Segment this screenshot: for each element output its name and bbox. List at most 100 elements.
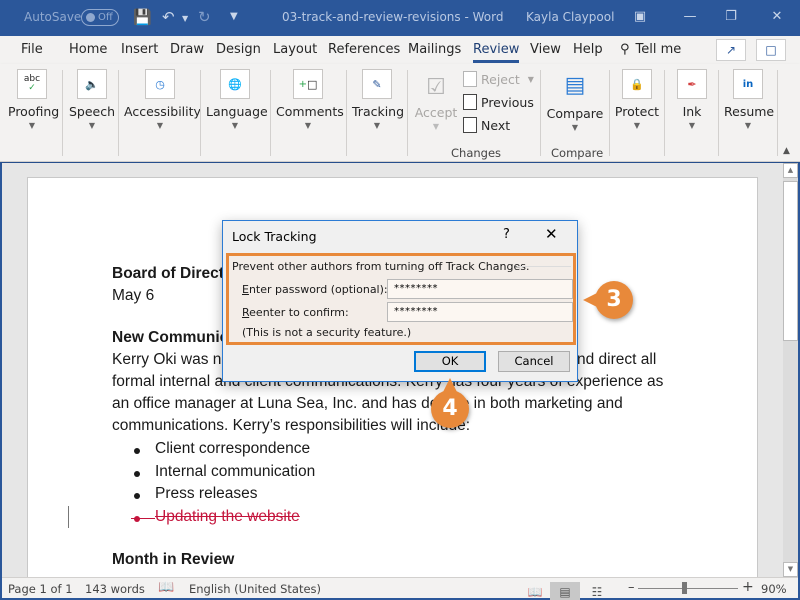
proofing-status-icon[interactable]: 📖 — [158, 580, 174, 595]
confirm-password-input[interactable]: ******** — [387, 302, 573, 322]
collapse-ribbon-icon[interactable]: ▲ — [783, 146, 790, 156]
ribbon: abc ✓ Proofing ▼ 🔈 Speech ▼ ◷ Accessibili… — [0, 64, 800, 162]
dialog-description: Prevent other authors from turning off T… — [232, 260, 530, 273]
tell-me-search[interactable]: ⚲ Tell me — [620, 42, 681, 57]
heading-month-in-review: Month in Review — [112, 551, 235, 568]
resume-button[interactable]: in Resume ▼ — [724, 69, 774, 130]
list-item-deleted: Updating the website — [131, 508, 300, 526]
minimize-icon[interactable]: — — [675, 6, 705, 28]
help-button[interactable]: ? — [503, 227, 510, 242]
search-icon: ⚲ — [620, 42, 630, 57]
comment-icon: □ — [765, 43, 777, 57]
undo-dropdown-icon[interactable]: ▼ — [182, 14, 188, 23]
tracking-button[interactable]: ✎ Tracking ▼ — [352, 69, 404, 130]
ink-button[interactable]: ✒ Ink ▼ — [670, 69, 714, 130]
previous-change-button[interactable]: Previous — [463, 94, 534, 110]
language-status[interactable]: English (United States) — [189, 582, 321, 596]
tab-references[interactable]: References — [328, 42, 400, 57]
protect-button[interactable]: 🔒 Protect ▼ — [614, 69, 660, 130]
undo-icon[interactable]: ↶ — [162, 8, 175, 26]
page-count[interactable]: Page 1 of 1 — [8, 582, 73, 596]
lock-tracking-dialog: Lock Tracking ? ✕ Prevent other authors … — [222, 220, 578, 382]
zoom-slider-thumb[interactable] — [682, 582, 687, 594]
resume-assistant-icon: in — [733, 69, 763, 99]
tell-me-label: Tell me — [635, 42, 682, 57]
comments-button[interactable]: + □ Comments ▼ — [276, 69, 344, 130]
reject-change-icon — [463, 71, 477, 87]
read-mode-icon[interactable]: 📖 — [520, 582, 550, 600]
save-icon[interactable]: 💾 — [133, 8, 152, 26]
scroll-down-icon[interactable]: ▼ — [783, 562, 798, 577]
accept-change-icon: ☑ — [426, 74, 446, 100]
word-count[interactable]: 143 words — [85, 582, 145, 596]
scrollbar-thumb[interactable] — [783, 181, 798, 341]
print-layout-icon[interactable]: ▤ — [550, 582, 580, 600]
chevron-down-icon: ▼ — [527, 74, 534, 84]
share-icon: ↗ — [725, 43, 737, 57]
confirm-label: Reenter to confirm: — [242, 306, 349, 319]
redo-icon: ↻ — [198, 8, 211, 26]
tab-mailings[interactable]: Mailings — [408, 42, 461, 57]
paragraph-line-1-left: Kerry Oki was na — [112, 351, 231, 368]
customize-toolbar-icon[interactable]: ▼ — [230, 11, 238, 22]
new-comment-icon: + □ — [293, 69, 323, 99]
chevron-down-icon: ▼ — [304, 121, 312, 130]
protect-lock-icon: 🔒 — [622, 69, 652, 99]
tab-view[interactable]: View — [530, 42, 561, 57]
next-change-button[interactable]: Next — [463, 117, 510, 133]
zoom-out-button[interactable]: – — [628, 580, 635, 595]
ok-button[interactable]: OK — [414, 351, 486, 372]
tab-home[interactable]: Home — [69, 42, 107, 57]
chevron-down-icon: ▼ — [156, 121, 164, 130]
tab-help[interactable]: Help — [573, 42, 603, 57]
compare-group-label: Compare — [551, 146, 604, 160]
compare-button[interactable]: ▤ Compare ▼ — [546, 69, 604, 133]
heading-new-communications: New Communic — [112, 329, 229, 346]
autosave-toggle[interactable]: Off — [81, 9, 119, 26]
password-input[interactable]: ******** — [387, 279, 573, 299]
vertical-scrollbar[interactable]: ▲ ▼ — [783, 163, 798, 577]
accessibility-check-icon: ◷ — [145, 69, 175, 99]
chevron-down-icon: ▼ — [633, 121, 641, 130]
tab-insert[interactable]: Insert — [121, 42, 158, 57]
accessibility-button[interactable]: ◷ Accessibility ▼ — [124, 69, 201, 130]
paragraph-line-3: an office manager at Luna Sea, Inc. and … — [112, 395, 623, 412]
close-icon[interactable]: ✕ — [762, 6, 792, 28]
close-icon[interactable]: ✕ — [545, 225, 558, 243]
cancel-button[interactable]: Cancel — [498, 351, 570, 372]
scroll-up-icon[interactable]: ▲ — [783, 163, 798, 178]
divider — [517, 266, 571, 267]
tab-design[interactable]: Design — [216, 42, 261, 57]
share-button[interactable]: ↗ — [716, 39, 746, 61]
highlighted-region: Prevent other authors from turning off T… — [226, 253, 576, 345]
language-button[interactable]: 🌐 Language ▼ — [206, 69, 268, 130]
language-globe-icon: 🌐 — [220, 69, 250, 99]
speech-button[interactable]: 🔈 Speech ▼ — [68, 69, 116, 130]
spelling-check-icon: abc ✓ — [17, 69, 47, 99]
tab-layout[interactable]: Layout — [273, 42, 317, 57]
restore-icon[interactable]: ❐ — [716, 6, 746, 28]
ribbon-display-options-icon[interactable]: ▣ — [625, 6, 655, 28]
chevron-down-icon: ▼ — [571, 123, 579, 132]
zoom-slider[interactable] — [638, 588, 738, 589]
paragraph-line-1-right: nd direct all — [577, 351, 657, 368]
next-change-icon — [463, 117, 477, 133]
step-3-callout: 3 — [583, 281, 633, 319]
accept-button: ☑ Accept ▼ — [414, 69, 458, 132]
tab-review[interactable]: Review — [473, 42, 520, 63]
zoom-in-button[interactable]: + — [742, 579, 754, 595]
chevron-down-icon: ▼ — [28, 121, 36, 130]
chevron-down-icon: ▼ — [432, 122, 440, 131]
proofing-button[interactable]: abc ✓ Proofing ▼ — [8, 69, 59, 130]
tab-draw[interactable]: Draw — [170, 42, 204, 57]
comments-pane-button[interactable]: □ — [756, 39, 786, 61]
changes-group-label: Changes — [451, 146, 502, 160]
tab-file[interactable]: File — [21, 42, 43, 57]
web-layout-icon[interactable]: ☷ — [582, 582, 612, 600]
password-label: Enter password (optional): — [242, 283, 388, 296]
read-aloud-icon: 🔈 — [77, 69, 107, 99]
zoom-level[interactable]: 90% — [761, 582, 787, 596]
user-name[interactable]: Kayla Claypool — [526, 10, 614, 24]
autosave-label: AutoSave — [24, 10, 82, 24]
change-bar — [68, 506, 69, 528]
